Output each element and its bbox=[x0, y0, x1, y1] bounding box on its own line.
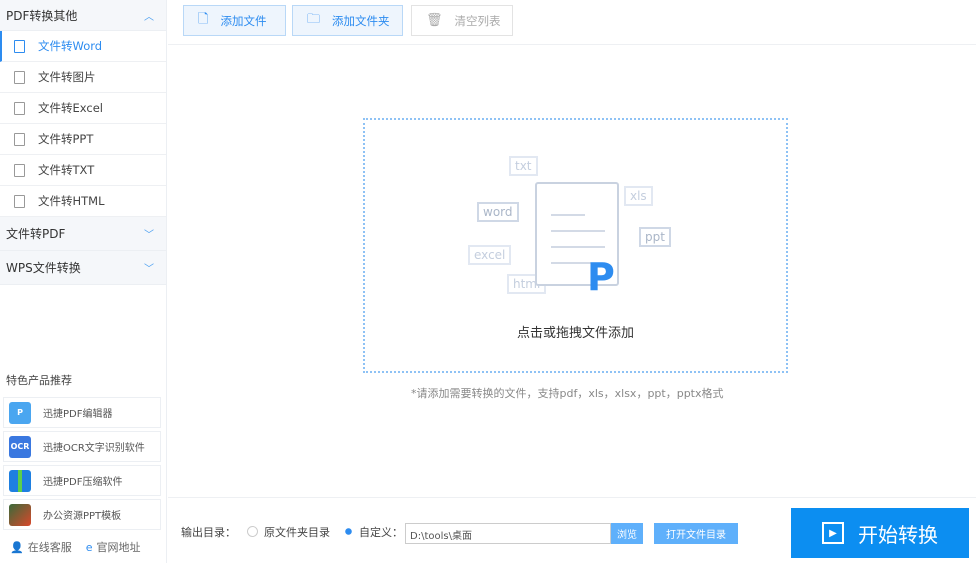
tag-txt: txt bbox=[509, 156, 538, 176]
bottom-bar: 输出目录： 原文件夹目录 自定义： D:\tools\桌面 浏览 打开文件目录 … bbox=[168, 497, 976, 563]
pdf-logo-icon: P bbox=[587, 255, 615, 299]
sidebar-item-excel[interactable]: 文件转Excel bbox=[0, 93, 166, 124]
chevron-up-icon: ︿ bbox=[144, 11, 154, 23]
tag-word: word bbox=[477, 202, 519, 222]
folder-icon: 🗀 bbox=[307, 11, 321, 27]
play-icon: ▶ bbox=[822, 522, 844, 544]
option-source-label: 原文件夹目录 bbox=[264, 526, 330, 539]
online-service-link[interactable]: 👤 在线客服 bbox=[10, 539, 72, 555]
product-compress[interactable]: 迅捷PDF压缩软件 bbox=[3, 465, 161, 496]
output-path-input[interactable]: D:\tools\桌面 bbox=[405, 523, 611, 544]
group-wps[interactable]: WPS文件转换 ﹀ bbox=[0, 251, 166, 285]
format-hint: *请添加需要转换的文件，支持pdf，xls，xlsx，ppt，pptx格式 bbox=[411, 387, 724, 400]
chevron-down-icon: ﹀ bbox=[144, 230, 154, 241]
file-icon bbox=[14, 101, 25, 115]
trash-icon: 🗑 bbox=[426, 13, 443, 28]
sidebar-item-txt[interactable]: 文件转TXT bbox=[0, 155, 166, 186]
output-label: 输出目录： bbox=[181, 526, 236, 539]
featured-title: 特色产品推荐 bbox=[6, 374, 72, 387]
website-link[interactable]: e 官网地址 bbox=[86, 539, 141, 555]
sidebar-item-image[interactable]: 文件转图片 bbox=[0, 62, 166, 93]
group-pdf-other[interactable]: PDF转换其他 ︿ bbox=[0, 0, 166, 31]
ocr-icon: OCR bbox=[9, 435, 31, 458]
drop-zone[interactable]: txt word xls ppt excel html P 点击或拖拽文件添加 bbox=[363, 118, 788, 373]
chevron-down-icon: ﹀ bbox=[144, 264, 154, 275]
option-custom-label: 自定义： bbox=[359, 526, 403, 539]
open-dir-button[interactable]: 打开文件目录 bbox=[654, 523, 738, 544]
file-icon bbox=[14, 163, 25, 177]
sidebar-item-html[interactable]: 文件转HTML bbox=[0, 186, 166, 217]
product-ppt-templates[interactable]: 办公资源PPT模板 bbox=[3, 499, 161, 530]
ppt-template-icon bbox=[9, 503, 31, 526]
file-icon bbox=[14, 194, 25, 208]
add-file-button[interactable]: 🗋 添加文件 bbox=[183, 5, 286, 36]
browse-button[interactable]: 浏览 bbox=[611, 523, 643, 544]
browser-icon: e bbox=[85, 541, 93, 554]
add-folder-button[interactable]: 🗀 添加文件夹 bbox=[292, 5, 403, 36]
tag-xls: xls bbox=[624, 186, 653, 206]
radio-custom[interactable] bbox=[343, 526, 354, 537]
sidebar-item-ppt[interactable]: 文件转PPT bbox=[0, 124, 166, 155]
start-convert-button[interactable]: ▶ 开始转换 bbox=[791, 508, 969, 558]
file-icon bbox=[14, 39, 25, 53]
file-icon bbox=[14, 132, 25, 146]
pdf-editor-icon: P bbox=[9, 401, 31, 424]
tag-ppt: ppt bbox=[639, 227, 671, 247]
group-to-pdf[interactable]: 文件转PDF ﹀ bbox=[0, 217, 166, 251]
sidebar: PDF转换其他 ︿ 文件转Word 文件转图片 文件转Excel 文件转PPT 文… bbox=[0, 0, 167, 563]
toolbar: 🗋 添加文件 🗀 添加文件夹 🗑 清空列表 bbox=[168, 0, 976, 45]
drop-text: 点击或拖拽文件添加 bbox=[516, 326, 634, 341]
radio-source-folder[interactable] bbox=[247, 526, 258, 537]
tag-excel: excel bbox=[468, 245, 512, 265]
product-pdf-editor[interactable]: P 迅捷PDF编辑器 bbox=[3, 397, 161, 428]
product-ocr[interactable]: OCR 迅捷OCR文字识别软件 bbox=[3, 431, 161, 462]
file-add-icon: 🗋 bbox=[198, 11, 209, 27]
user-icon: 👤 bbox=[10, 541, 24, 554]
image-icon bbox=[14, 70, 25, 84]
sidebar-item-word[interactable]: 文件转Word bbox=[0, 31, 166, 62]
clear-list-button[interactable]: 🗑 清空列表 bbox=[411, 5, 513, 36]
compress-icon bbox=[9, 469, 31, 492]
